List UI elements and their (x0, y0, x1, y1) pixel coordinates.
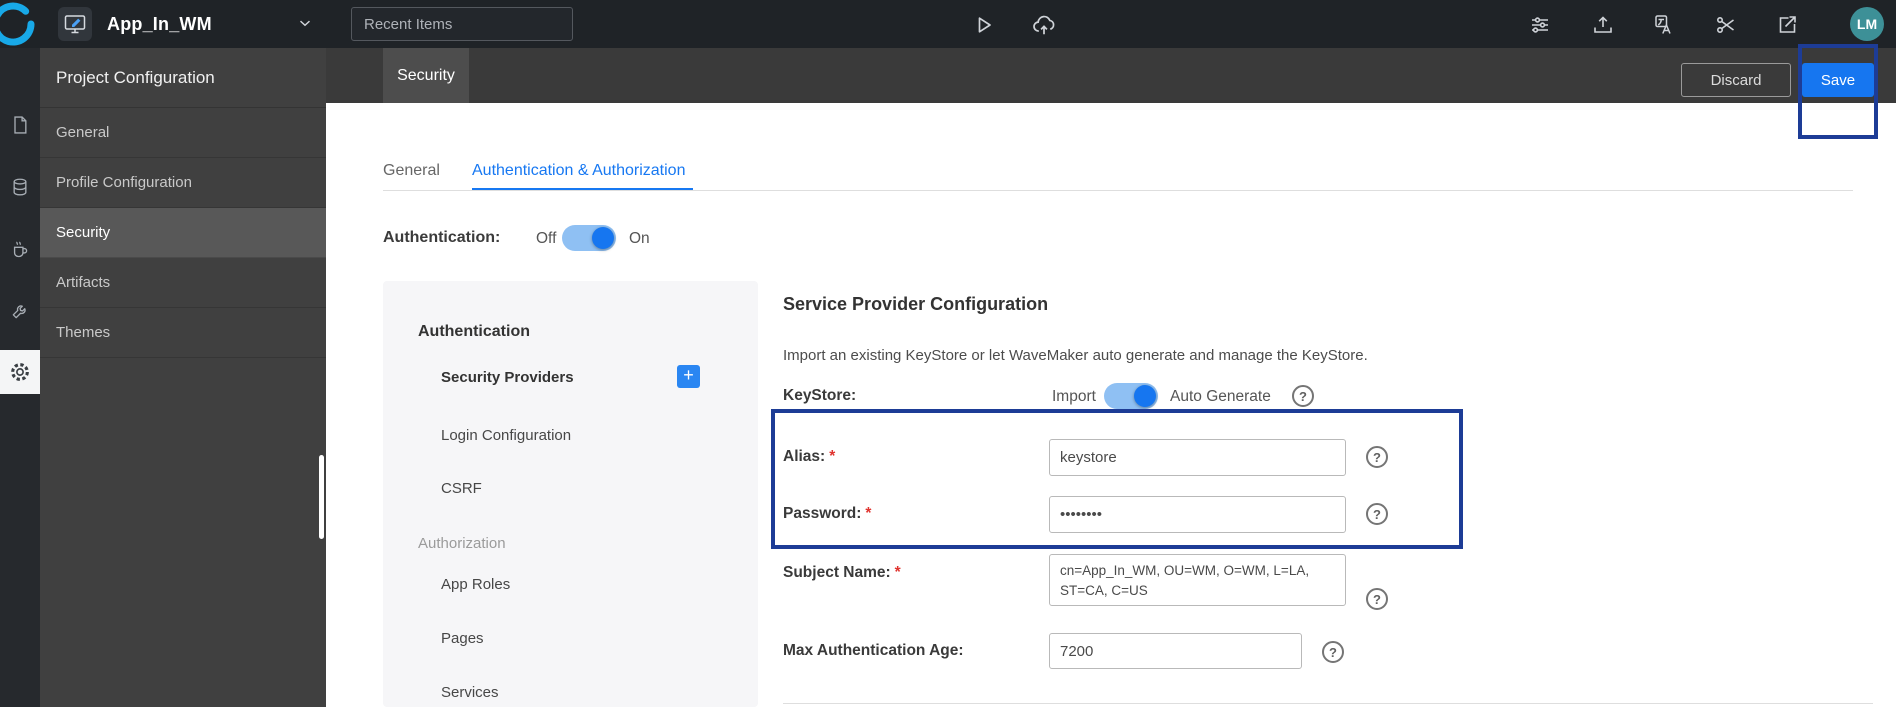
sidebar-title: Project Configuration (40, 48, 326, 108)
service-provider-description: Import an existing KeyStore or let WaveM… (783, 347, 1368, 364)
chevron-down-icon[interactable] (296, 14, 314, 32)
java-services-icon[interactable] (0, 227, 40, 271)
sidebar-item-general[interactable]: General (40, 108, 326, 158)
user-avatar[interactable]: LM (1850, 7, 1884, 41)
authentication-label: Authentication: (383, 229, 501, 246)
run-play-icon[interactable] (970, 12, 996, 38)
keystore-label: KeyStore: (783, 387, 857, 404)
password-help-icon[interactable]: ? (1366, 503, 1388, 525)
required-asterisk: * (829, 448, 836, 465)
nav-item-csrf[interactable]: CSRF (441, 480, 482, 497)
topbar: App_In_WM LM (0, 0, 1896, 48)
pages-icon[interactable] (0, 103, 40, 147)
preferences-tune-icon[interactable] (1527, 12, 1553, 38)
authentication-on-label: On (629, 230, 650, 247)
app-icon[interactable] (58, 7, 92, 41)
toggle-knob (1134, 385, 1156, 407)
nav-item-security-providers[interactable]: Security Providers (441, 369, 574, 386)
sidebar-item-security[interactable]: Security (40, 208, 326, 258)
settings-gear-icon[interactable] (0, 350, 40, 394)
subject-name-help-icon[interactable]: ? (1366, 588, 1388, 610)
password-input[interactable] (1049, 496, 1346, 533)
database-icon[interactable] (0, 165, 40, 209)
bottom-divider (783, 703, 1873, 704)
tab-general[interactable]: General (383, 162, 440, 180)
app-title: App_In_WM (107, 14, 212, 34)
tab-authentication-authorization[interactable]: Authentication & Authorization (472, 162, 685, 180)
nav-section-authentication: Authentication (418, 323, 530, 340)
password-label: Password: * (783, 505, 872, 522)
page-tab-security[interactable]: Security (383, 48, 469, 103)
translate-icon[interactable] (1652, 12, 1678, 38)
sidebar-item-themes[interactable]: Themes (40, 308, 326, 358)
sidebar-item-artifacts[interactable]: Artifacts (40, 258, 326, 308)
wavemaker-logo-icon[interactable] (0, 1, 36, 47)
max-auth-age-help-icon[interactable]: ? (1322, 641, 1344, 663)
recent-items-input[interactable] (351, 7, 573, 41)
authentication-off-label: Off (536, 230, 557, 247)
page-header-strip: Security Discard Save (326, 48, 1896, 103)
nav-item-app-roles[interactable]: App Roles (441, 576, 510, 593)
discard-button[interactable]: Discard (1681, 63, 1791, 97)
alias-help-icon[interactable]: ? (1366, 446, 1388, 468)
service-provider-title: Service Provider Configuration (783, 294, 1049, 314)
nav-item-services[interactable]: Services (441, 684, 499, 701)
export-project-icon[interactable] (1774, 12, 1800, 38)
required-asterisk: * (894, 564, 901, 581)
keystore-toggle[interactable] (1104, 383, 1158, 409)
subject-name-label: Subject Name: * (783, 564, 901, 581)
keystore-help-icon[interactable]: ? (1292, 385, 1314, 407)
export-tray-icon[interactable] (1590, 12, 1616, 38)
sidebar-item-profile-configuration[interactable]: Profile Configuration (40, 158, 326, 208)
toggle-knob (592, 227, 614, 249)
authentication-toggle[interactable] (562, 225, 616, 251)
wavemaker-studio-window: App_In_WM LM (0, 0, 1896, 707)
keystore-import-label: Import (1052, 388, 1096, 405)
nav-item-login-configuration[interactable]: Login Configuration (441, 427, 571, 444)
max-auth-age-input[interactable] (1049, 633, 1302, 669)
keystore-auto-generate-label: Auto Generate (1170, 388, 1271, 405)
required-asterisk: * (865, 505, 872, 522)
project-config-sidebar: Project Configuration General Profile Co… (40, 48, 326, 707)
scissors-icon[interactable] (1713, 12, 1739, 38)
save-button[interactable]: Save (1802, 63, 1874, 97)
tabs-divider (383, 190, 1853, 191)
cloud-upload-icon[interactable] (1031, 12, 1057, 38)
security-nav-panel: Authentication Security Providers + Logi… (383, 281, 758, 707)
nav-item-pages[interactable]: Pages (441, 630, 484, 647)
max-auth-age-label: Max Authentication Age: (783, 642, 964, 659)
left-icon-rail (0, 48, 40, 707)
apis-wrench-icon[interactable] (0, 289, 40, 333)
alias-input[interactable] (1049, 439, 1346, 476)
add-security-provider-button[interactable]: + (677, 365, 700, 388)
nav-section-authorization: Authorization (418, 535, 506, 552)
subject-name-input[interactable]: cn=App_In_WM, OU=WM, O=WM, L=LA, ST=CA, … (1049, 554, 1346, 606)
alias-label: Alias: * (783, 448, 836, 465)
sidebar-scrollbar-thumb[interactable] (319, 455, 324, 539)
